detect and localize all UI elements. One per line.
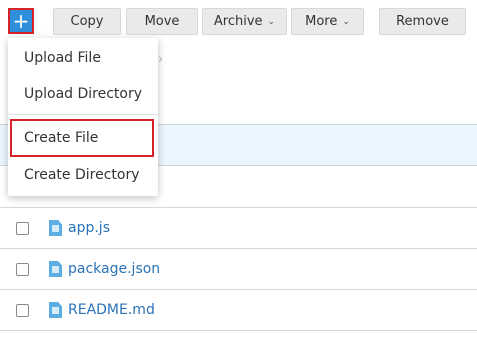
menu-item-upload-directory[interactable]: Upload Directory [8,76,158,112]
table-row[interactable]: app.js [0,208,477,249]
remove-button[interactable]: Remove [379,8,466,35]
file-name-link[interactable]: package.json [68,261,160,277]
copy-button-label: Copy [70,14,104,29]
archive-button[interactable]: Archive ⌄ [202,8,287,35]
row-checkbox[interactable] [16,262,29,276]
row-checkbox[interactable] [16,303,29,317]
menu-item-label: Create Directory [24,167,140,183]
plus-icon: + [12,8,30,33]
file-name-link[interactable]: README.md [68,302,155,318]
add-new-dropdown-menu: Upload File Upload Directory Create File… [8,38,158,196]
file-icon [49,220,62,236]
remove-button-label: Remove [396,14,449,29]
copy-button[interactable]: Copy [53,8,121,35]
more-button[interactable]: More ⌄ [291,8,364,35]
menu-divider [8,114,158,115]
menu-item-label: Create File [24,130,99,146]
file-icon [49,302,62,318]
archive-button-label: Archive [213,14,263,29]
menu-item-upload-file[interactable]: Upload File [8,40,158,76]
move-button-label: Move [144,14,180,29]
add-new-button[interactable]: + [8,8,34,34]
file-name-link[interactable]: app.js [68,220,110,236]
chevron-down-icon: ⌄ [342,16,350,27]
menu-item-create-file[interactable]: Create File [10,119,154,157]
menu-item-create-directory[interactable]: Create Directory [8,157,158,193]
menu-item-label: Upload File [24,50,101,66]
chevron-down-icon: ⌄ [267,16,276,27]
move-button[interactable]: Move [126,8,198,35]
table-row[interactable]: README.md [0,290,477,331]
breadcrumb-separator-icon: › [158,52,164,67]
row-checkbox[interactable] [16,221,29,235]
file-icon [49,261,62,277]
menu-item-label: Upload Directory [24,86,143,102]
table-row[interactable]: package.json [0,249,477,290]
more-button-label: More [305,14,338,29]
